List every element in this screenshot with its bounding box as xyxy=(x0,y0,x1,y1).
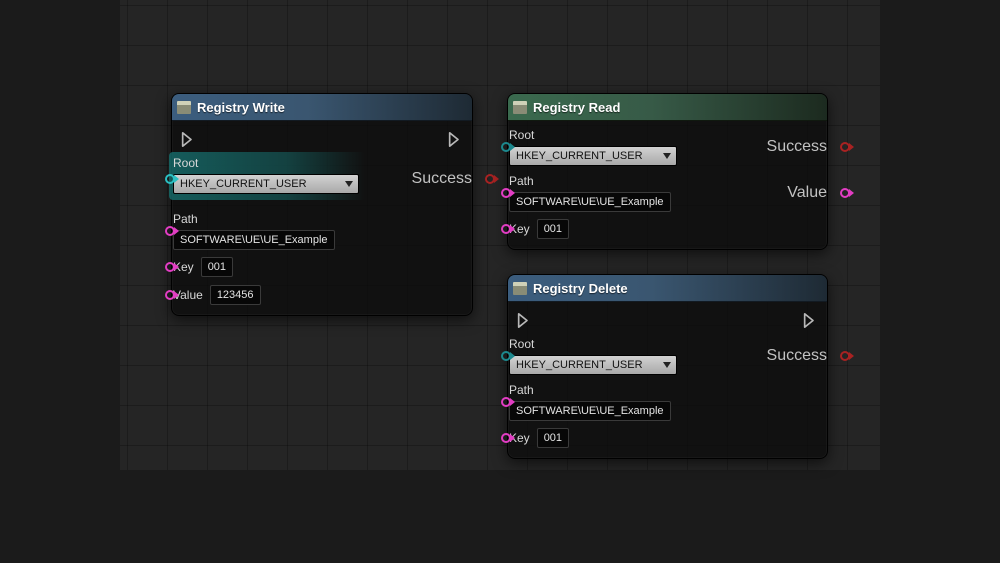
exec-in-pin[interactable] xyxy=(181,131,196,148)
root-pin[interactable] xyxy=(162,172,177,185)
success-label: Success xyxy=(767,347,827,365)
node-registry-write[interactable]: Registry Write Root HKEY_CURRENT_USER Su… xyxy=(171,93,473,316)
value-out-pin[interactable] xyxy=(837,186,852,199)
function-icon xyxy=(513,282,527,295)
node-header[interactable]: Registry Read xyxy=(508,94,827,121)
key-input[interactable]: 001 xyxy=(537,428,569,448)
root-dropdown[interactable]: HKEY_CURRENT_USER xyxy=(509,355,677,375)
path-input[interactable]: SOFTWARE\UE\UE_Example xyxy=(509,192,671,212)
success-pin[interactable] xyxy=(482,172,497,185)
path-label: Path xyxy=(173,212,335,226)
path-pin[interactable] xyxy=(498,186,513,199)
chevron-down-icon xyxy=(663,153,671,159)
exec-out-pin[interactable] xyxy=(448,131,463,148)
key-pin[interactable] xyxy=(498,431,513,444)
path-input[interactable]: SOFTWARE\UE\UE_Example xyxy=(173,230,335,250)
root-dropdown[interactable]: HKEY_CURRENT_USER xyxy=(509,146,677,166)
root-label: Root xyxy=(509,128,677,142)
value-input[interactable]: 123456 xyxy=(210,285,261,305)
key-pin[interactable] xyxy=(162,260,177,273)
root-label: Root xyxy=(509,337,677,351)
function-icon xyxy=(177,101,191,114)
success-label: Success xyxy=(412,170,472,188)
path-label: Path xyxy=(509,174,671,188)
path-input[interactable]: SOFTWARE\UE\UE_Example xyxy=(509,401,671,421)
key-input[interactable]: 001 xyxy=(201,257,233,277)
chevron-down-icon xyxy=(663,362,671,368)
node-title: Registry Read xyxy=(533,100,620,115)
root-dropdown[interactable]: HKEY_CURRENT_USER xyxy=(173,174,359,194)
root-pin[interactable] xyxy=(498,349,513,362)
function-icon xyxy=(513,101,527,114)
node-title: Registry Write xyxy=(197,100,285,115)
node-registry-delete[interactable]: Registry Delete Root HKEY_CURRENT_USER S… xyxy=(507,274,828,459)
node-registry-read[interactable]: Registry Read Root HKEY_CURRENT_USER Suc… xyxy=(507,93,828,250)
chevron-down-icon xyxy=(345,181,353,187)
success-pin[interactable] xyxy=(837,349,852,362)
node-header[interactable]: Registry Delete xyxy=(508,275,827,302)
value-out-label: Value xyxy=(787,184,827,202)
exec-out-pin[interactable] xyxy=(803,312,818,329)
node-title: Registry Delete xyxy=(533,281,628,296)
success-pin[interactable] xyxy=(837,140,852,153)
path-pin[interactable] xyxy=(162,224,177,237)
key-pin[interactable] xyxy=(498,222,513,235)
key-input[interactable]: 001 xyxy=(537,219,569,239)
path-label: Path xyxy=(509,383,671,397)
node-header[interactable]: Registry Write xyxy=(172,94,472,121)
value-pin[interactable] xyxy=(162,288,177,301)
root-pin[interactable] xyxy=(498,140,513,153)
root-label: Root xyxy=(173,156,359,170)
exec-in-pin[interactable] xyxy=(517,312,532,329)
success-label: Success xyxy=(767,138,827,156)
path-pin[interactable] xyxy=(498,395,513,408)
